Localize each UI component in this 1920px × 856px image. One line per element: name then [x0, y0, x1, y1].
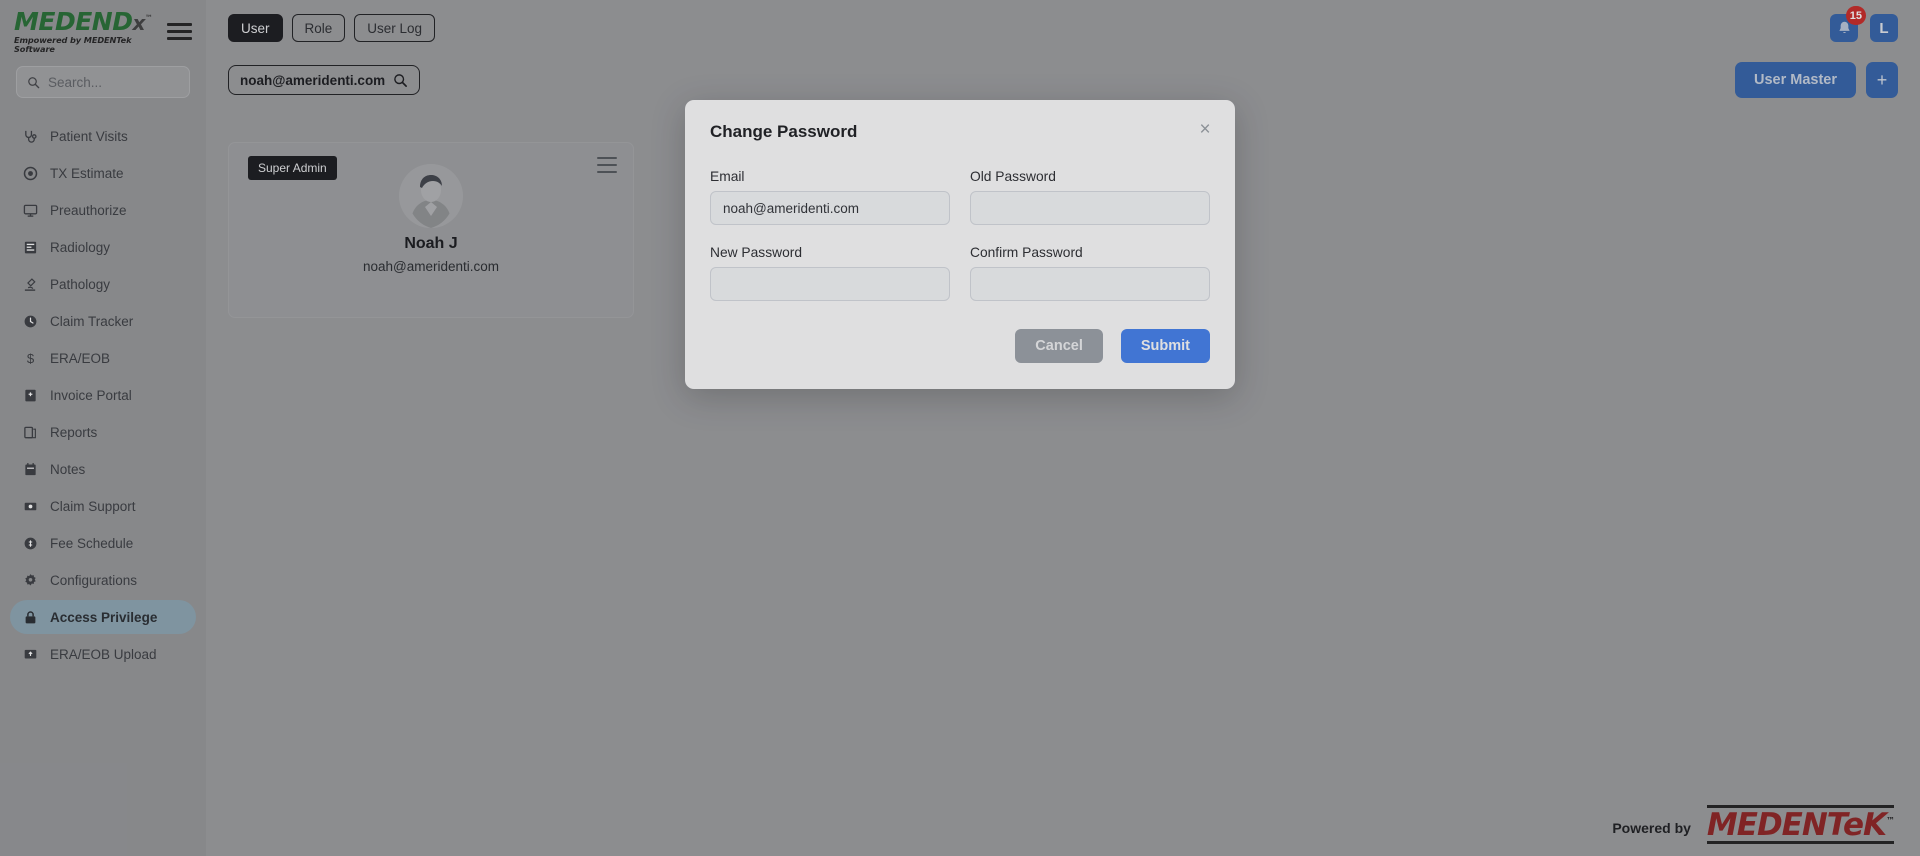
app-root: MEDENDx™ Empowered by MEDENTek Software …	[0, 0, 1920, 856]
modal-overlay[interactable]	[0, 0, 1920, 856]
